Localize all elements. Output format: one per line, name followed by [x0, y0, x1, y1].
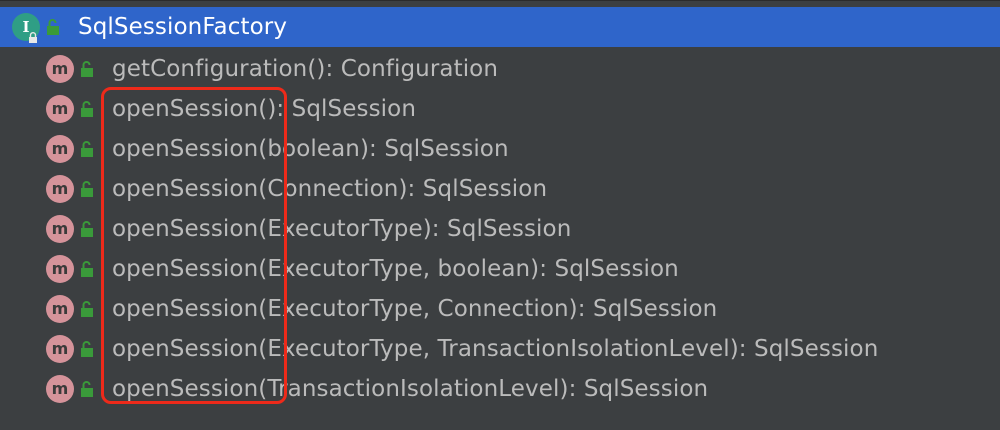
- method-icon: m: [46, 215, 74, 243]
- method-icon: m: [46, 295, 74, 323]
- public-access-icon: [80, 178, 98, 200]
- public-access-icon: [46, 16, 64, 38]
- tree-item-method[interactable]: m getConfiguration(): Configuration: [0, 49, 1000, 89]
- tree-item-label: openSession(ExecutorType): SqlSession: [112, 216, 572, 242]
- method-icon: m: [46, 255, 74, 283]
- tree-item-label: openSession(ExecutorType, Connection): S…: [112, 296, 718, 322]
- tree-item-label: getConfiguration(): Configuration: [112, 56, 499, 82]
- structure-panel: I SqlSessionFactory m getConfiguration()…: [0, 0, 1000, 430]
- tree-item-label: openSession(ExecutorType, TransactionIso…: [112, 336, 879, 362]
- method-icon: m: [46, 95, 74, 123]
- method-icon: m: [46, 55, 74, 83]
- tree-item-method[interactable]: m openSession(ExecutorType, Connection):…: [0, 289, 1000, 329]
- method-icon: m: [46, 175, 74, 203]
- tree-item-label: SqlSessionFactory: [78, 14, 288, 40]
- tree-item-method[interactable]: m openSession(ExecutorType, TransactionI…: [0, 329, 1000, 369]
- public-access-icon: [80, 298, 98, 320]
- tree-item-method[interactable]: m openSession(): SqlSession: [0, 89, 1000, 129]
- lock-icon: [29, 32, 37, 43]
- public-access-icon: [80, 258, 98, 280]
- public-access-icon: [80, 338, 98, 360]
- method-icon: m: [46, 375, 74, 403]
- public-access-icon: [80, 378, 98, 400]
- method-icon: m: [46, 135, 74, 163]
- tree-item-method[interactable]: m openSession(ExecutorType, boolean): Sq…: [0, 249, 1000, 289]
- tree-item-label: openSession(Connection): SqlSession: [112, 176, 548, 202]
- tree-item-method[interactable]: m openSession(ExecutorType): SqlSession: [0, 209, 1000, 249]
- tree-item-method[interactable]: m openSession(TransactionIsolationLevel)…: [0, 369, 1000, 409]
- public-access-icon: [80, 58, 98, 80]
- tree-item-method[interactable]: m openSession(Connection): SqlSession: [0, 169, 1000, 209]
- tree-item-label: openSession(TransactionIsolationLevel): …: [112, 376, 709, 402]
- interface-icon: I: [12, 13, 40, 43]
- public-access-icon: [80, 138, 98, 160]
- tree-item-label: openSession(ExecutorType, boolean): SqlS…: [112, 256, 679, 282]
- public-access-icon: [80, 218, 98, 240]
- tree-item-label: openSession(): SqlSession: [112, 96, 417, 122]
- tree-item-sqlsessionfactory[interactable]: I SqlSessionFactory: [0, 7, 1000, 47]
- public-access-icon: [80, 98, 98, 120]
- tree-item-method[interactable]: m openSession(boolean): SqlSession: [0, 129, 1000, 169]
- tree-item-label: openSession(boolean): SqlSession: [112, 136, 509, 162]
- method-icon: m: [46, 335, 74, 363]
